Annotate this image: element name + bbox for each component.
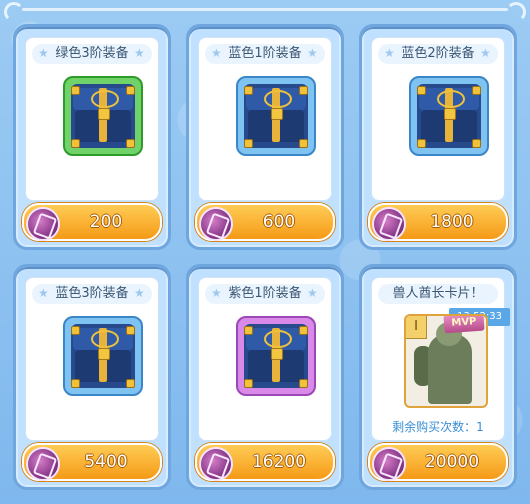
buy-button[interactable]: 5400 [22,443,162,481]
buy-button[interactable]: 16200 [195,443,335,481]
shop-item-6[interactable]: 兽人酋长卡片！ 13:52:33 I MVP 剩余购买次数：1 20000 [359,264,517,490]
buy-button[interactable]: 600 [195,203,335,241]
shop-item-3[interactable]: 蓝色2阶装备 ★ ★ 1800 [359,24,517,250]
purple-coin-icon [199,447,233,481]
star-icon: ★ [134,286,145,300]
shop-item-2[interactable]: 蓝色1阶装备 ★ ★ 600 [186,24,344,250]
purple-coin-icon [26,447,60,481]
purple-coin-icon [26,207,60,241]
shop-item-1[interactable]: 绿色3阶装备 ★ ★ 200 [13,24,171,250]
item-price: 200 [89,212,123,232]
treasure-chest-icon [236,316,316,396]
star-icon: ★ [384,46,395,60]
shop-item-4[interactable]: 蓝色3阶装备 ★ ★ 5400 [13,264,171,490]
item-price: 16200 [251,452,307,472]
treasure-chest-icon [236,76,316,156]
star-icon: ★ [307,46,318,60]
treasure-chest-icon [63,76,143,156]
buy-button[interactable]: 1800 [368,203,508,241]
star-icon: ★ [38,286,49,300]
purple-coin-icon [372,207,406,241]
purple-coin-icon [372,447,406,481]
item-panel: 绿色3阶装备 ★ ★ [25,37,159,201]
item-title: 兽人酋长卡片！ [378,284,498,304]
treasure-chest-icon [63,316,143,396]
rank-badge: I [406,316,427,339]
shop-item-5[interactable]: 紫色1阶装备 ★ ★ 16200 [186,264,344,490]
frame-curl-right [506,2,526,22]
star-icon: ★ [307,286,318,300]
buy-button[interactable]: 200 [22,203,162,241]
item-panel: 兽人酋长卡片！ 13:52:33 I MVP 剩余购买次数：1 [371,277,510,441]
item-price: 20000 [424,452,480,472]
buy-button[interactable]: 20000 [368,443,508,481]
remaining-purchases: 剩余购买次数：1 [392,420,484,434]
item-panel: 蓝色1阶装备 ★ ★ [198,37,332,201]
star-icon: ★ [38,46,49,60]
mvp-badge-icon: MVP [443,316,485,334]
top-frame-decoration [0,0,530,22]
item-panel: 紫色1阶装备 ★ ★ [198,277,332,441]
star-icon: ★ [480,46,491,60]
orc-chief-card-icon: I MVP [404,314,488,408]
star-icon: ★ [134,46,145,60]
star-icon: ★ [211,286,222,300]
item-panel: 蓝色2阶装备 ★ ★ [371,37,505,201]
frame-curl-left [4,2,24,22]
treasure-chest-icon [409,76,489,156]
star-icon: ★ [211,46,222,60]
frame-line [22,8,508,11]
item-price: 5400 [84,452,128,472]
item-price: 600 [262,212,296,232]
item-panel: 蓝色3阶装备 ★ ★ [25,277,159,441]
purple-coin-icon [199,207,233,241]
item-price: 1800 [430,212,474,232]
